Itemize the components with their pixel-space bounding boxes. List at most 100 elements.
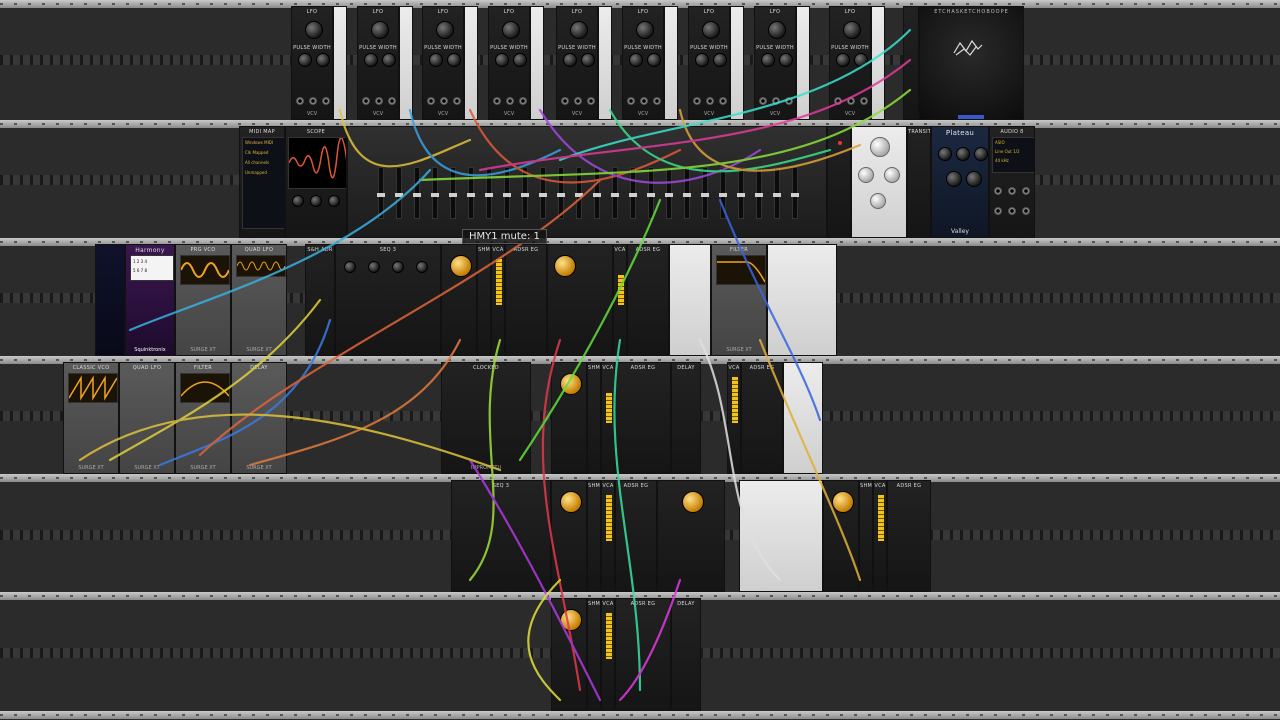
seq3-module[interactable]: SEQ 3 — [451, 480, 551, 592]
jack[interactable] — [1008, 187, 1016, 195]
jack[interactable] — [1008, 207, 1016, 215]
cv-strip-module[interactable] — [664, 6, 678, 120]
freq-knob[interactable] — [371, 21, 389, 39]
filter-module[interactable]: FILTER SURGE XT — [175, 362, 231, 474]
jack[interactable] — [627, 97, 635, 105]
shimmer-module[interactable] — [551, 480, 587, 592]
fader[interactable] — [413, 167, 421, 219]
clocked-module[interactable]: CLOCKED IMPROMPTU — [441, 362, 531, 474]
knob[interactable] — [513, 53, 527, 67]
knob[interactable] — [779, 53, 793, 67]
transit-module[interactable]: TRANSIT — [907, 126, 931, 238]
cv-strip-module[interactable] — [598, 6, 612, 120]
audio-8-module[interactable]: AUDIO 8 ASIO Line Out 1/2 44 kHz — [989, 126, 1035, 238]
knob[interactable] — [870, 137, 890, 157]
knob[interactable] — [581, 53, 595, 67]
shimmer-label-module[interactable]: SHMT — [587, 362, 601, 474]
knob[interactable] — [450, 255, 472, 277]
cv-strip-module[interactable] — [399, 6, 413, 120]
freq-knob[interactable] — [636, 21, 654, 39]
quad-lfo-module[interactable]: QUAD LFO SURGE XT — [231, 244, 287, 356]
jack[interactable] — [772, 97, 780, 105]
fader[interactable] — [701, 167, 709, 219]
shimmer-label-module[interactable]: SHMT — [859, 480, 873, 592]
fader[interactable] — [521, 167, 529, 219]
fader[interactable] — [683, 167, 691, 219]
fader[interactable] — [791, 167, 799, 219]
knob[interactable] — [298, 53, 312, 67]
rec-module[interactable] — [827, 126, 851, 238]
knob[interactable] — [629, 53, 643, 67]
sequencer-strip-module[interactable] — [95, 244, 125, 356]
adsr-eg-module[interactable]: ADSR EG — [615, 598, 671, 711]
jack[interactable] — [427, 97, 435, 105]
lfo-module[interactable]: LFO PULSE WIDTH VCV — [357, 6, 399, 120]
knob[interactable] — [647, 53, 661, 67]
jack[interactable] — [574, 97, 582, 105]
light-module[interactable] — [669, 244, 711, 356]
adsr-eg-module[interactable]: ADSR EG — [615, 362, 671, 474]
knob[interactable] — [310, 195, 322, 207]
jack[interactable] — [506, 97, 514, 105]
reverb-module[interactable] — [851, 126, 907, 238]
vca-module[interactable]: VCA — [601, 598, 615, 711]
fader[interactable] — [647, 167, 655, 219]
adsr-eg-module[interactable]: ADSR EG — [741, 362, 783, 474]
cv-strip-module[interactable] — [464, 6, 478, 120]
scope-module[interactable]: SCOPE — [285, 126, 347, 238]
jack[interactable] — [296, 97, 304, 105]
filter-module[interactable]: FILTER SURGE XT — [711, 244, 767, 356]
knob[interactable] — [382, 53, 396, 67]
knob[interactable] — [854, 53, 868, 67]
knob[interactable] — [884, 167, 900, 183]
switch-strip-module[interactable] — [903, 6, 919, 120]
adsr-eg-module[interactable]: ADSR EG — [615, 480, 657, 592]
quad-lfo-module[interactable]: QUAD LFO SURGE XT — [119, 362, 175, 474]
knob[interactable] — [368, 261, 380, 273]
fader[interactable] — [467, 167, 475, 219]
jack[interactable] — [561, 97, 569, 105]
cv-strip-module[interactable] — [333, 6, 347, 120]
jack[interactable] — [693, 97, 701, 105]
prg-vco-module[interactable]: PRG VCO SURGE XT — [175, 244, 231, 356]
freq-knob[interactable] — [702, 21, 720, 39]
adsr-eg-module[interactable]: ADSR EG — [887, 480, 931, 592]
jack[interactable] — [994, 187, 1002, 195]
sh-adr-module[interactable]: S&H ADR — [305, 244, 335, 356]
jack[interactable] — [453, 97, 461, 105]
cv-strip-module[interactable] — [730, 6, 744, 120]
vca-module[interactable]: VCA — [491, 244, 505, 356]
fader[interactable] — [395, 167, 403, 219]
knob[interactable] — [974, 147, 988, 161]
cv-strip-module[interactable] — [796, 6, 810, 120]
lfo-module[interactable]: LFO PULSE WIDTH VCV — [622, 6, 664, 120]
freq-knob[interactable] — [768, 21, 786, 39]
jack[interactable] — [519, 97, 527, 105]
fader[interactable] — [737, 167, 745, 219]
jack[interactable] — [834, 97, 842, 105]
lfo-module[interactable]: LFO PULSE WIDTH VCV — [291, 6, 333, 120]
knob[interactable] — [563, 53, 577, 67]
fader[interactable] — [611, 167, 619, 219]
fader[interactable] — [431, 167, 439, 219]
classic-vco-module[interactable]: CLASSIC VCO SURGE XT — [63, 362, 119, 474]
vca-module[interactable]: VCA — [613, 244, 627, 356]
jack[interactable] — [719, 97, 727, 105]
vca-module[interactable]: VCA — [873, 480, 887, 592]
knob[interactable] — [560, 491, 582, 513]
lfo-module[interactable]: LFO PULSE WIDTH VCV — [829, 6, 871, 120]
plateau-module[interactable]: Plateau Valley — [931, 126, 989, 238]
jack[interactable] — [759, 97, 767, 105]
knob[interactable] — [870, 193, 886, 209]
fader[interactable] — [377, 167, 385, 219]
knob[interactable] — [695, 53, 709, 67]
fader[interactable] — [755, 167, 763, 219]
fader[interactable] — [773, 167, 781, 219]
mixer-module[interactable] — [347, 126, 827, 238]
knob[interactable] — [956, 147, 970, 161]
delay-module[interactable]: DELAY — [671, 362, 701, 474]
knob[interactable] — [761, 53, 775, 67]
jack[interactable] — [785, 97, 793, 105]
light-module[interactable] — [739, 480, 823, 592]
cv-strip-module[interactable] — [530, 6, 544, 120]
